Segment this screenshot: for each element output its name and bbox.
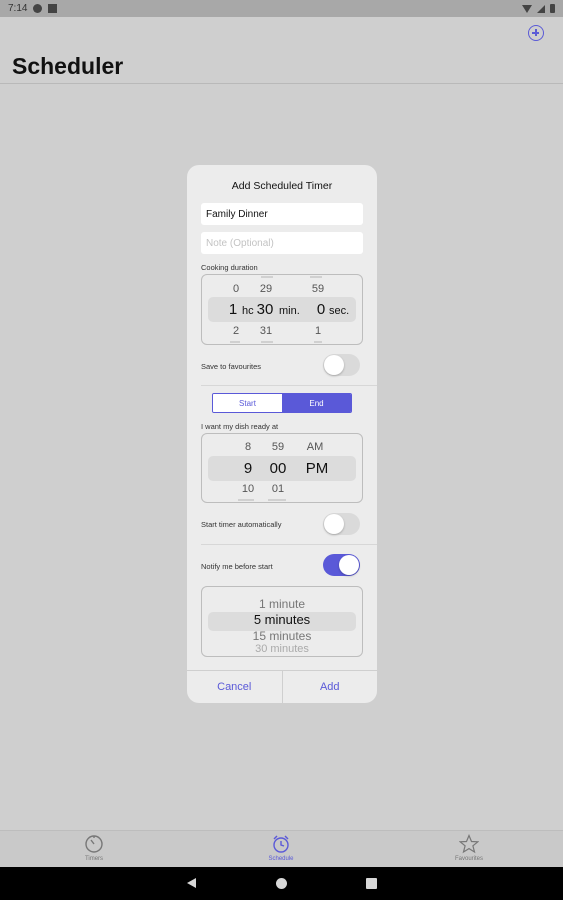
tab-schedule[interactable]: Schedule [251,834,311,862]
add-scheduled-timer-dialog: Add Scheduled Timer Cooking duration 0 1… [187,165,377,703]
hours-value[interactable]: 1 [226,301,240,318]
sd-card-icon [48,4,58,13]
notify-option-selected[interactable]: 5 minutes [202,612,362,627]
signal-icon [537,4,545,13]
hours-below: 2 [232,325,240,337]
minute-below: 01 [271,483,285,495]
tab-label: Timers [84,856,104,862]
favourites-label: Save to favourites [201,362,262,371]
seconds-value[interactable]: 0 [314,301,328,318]
notify-option-below-2: 30 minutes [255,643,309,652]
back-icon[interactable] [187,878,196,888]
cancel-button[interactable]: Cancel [187,671,283,703]
hours-above: 0 [232,283,240,295]
page-title: Scheduler [12,53,124,79]
notify-label: Notify me before start [201,562,273,571]
note-field[interactable] [201,232,363,254]
auto-start-label: Start timer automatically [201,520,282,529]
timer-icon [85,835,103,853]
toggle-knob [324,355,344,375]
minutes-above: 29 [259,283,273,295]
wifi-icon [522,4,532,13]
start-segment[interactable]: Start [213,394,282,412]
app-header: Scheduler [0,17,563,84]
add-button[interactable]: Add [283,671,378,703]
minutes-unit: min. [279,305,300,317]
hour-below: 10 [241,483,255,495]
dialog-actions: Cancel Add [187,670,377,703]
notify-time-picker[interactable]: 1 minute 5 minutes 15 minutes 30 minutes [201,586,363,657]
notification-icon [33,4,43,13]
timer-name-field[interactable] [201,203,363,225]
hour-value[interactable]: 9 [236,460,260,477]
ampm-value[interactable]: PM [300,460,334,477]
seconds-unit: sec. [329,305,350,317]
tab-timers[interactable]: Timers [64,834,124,862]
minute-value[interactable]: 00 [264,460,292,477]
ampm-above: AM [306,441,324,453]
home-icon[interactable] [276,878,287,889]
tab-favourites[interactable]: Favourites [439,834,499,862]
ready-at-label: I want my dish ready at [201,422,279,431]
duration-picker[interactable]: 0 1 hc 2 29 30 min. 31 59 0 sec. 1 [201,274,363,345]
end-segment[interactable]: End [282,394,351,412]
hour-above: 8 [244,441,252,453]
notify-toggle[interactable] [323,554,360,576]
favourites-toggle[interactable] [323,354,360,376]
minute-above: 59 [271,441,285,453]
toggle-knob [339,555,359,575]
bottom-tab-bar: Timers Schedule Favourites [0,830,563,867]
dialog-title: Add Scheduled Timer [231,180,333,192]
status-bar: 7:14 [0,0,563,17]
seconds-above: 59 [311,283,325,295]
system-nav-bar [0,867,563,900]
ready-time-picker[interactable]: 8 9 10 59 00 01 AM PM [201,433,363,503]
add-timer-button[interactable] [528,25,544,41]
tab-label: Favourites [454,856,483,862]
tab-label: Schedule [268,856,294,862]
status-time: 7:14 [8,3,28,14]
toggle-knob [324,514,344,534]
minutes-below: 31 [259,325,273,337]
notify-option-below: 15 minutes [252,629,312,643]
star-icon [459,834,479,854]
notify-option-above: 1 minute [258,597,306,611]
alarm-clock-icon [273,835,289,853]
auto-start-toggle[interactable] [323,513,360,535]
seconds-below: 1 [314,325,322,337]
recents-icon[interactable] [366,878,377,889]
start-end-segmented-control: Start End [212,393,352,413]
battery-icon [550,4,555,13]
duration-label: Cooking duration [201,263,258,272]
hours-unit: hc [242,305,254,317]
minutes-value[interactable]: 30 [253,301,277,318]
